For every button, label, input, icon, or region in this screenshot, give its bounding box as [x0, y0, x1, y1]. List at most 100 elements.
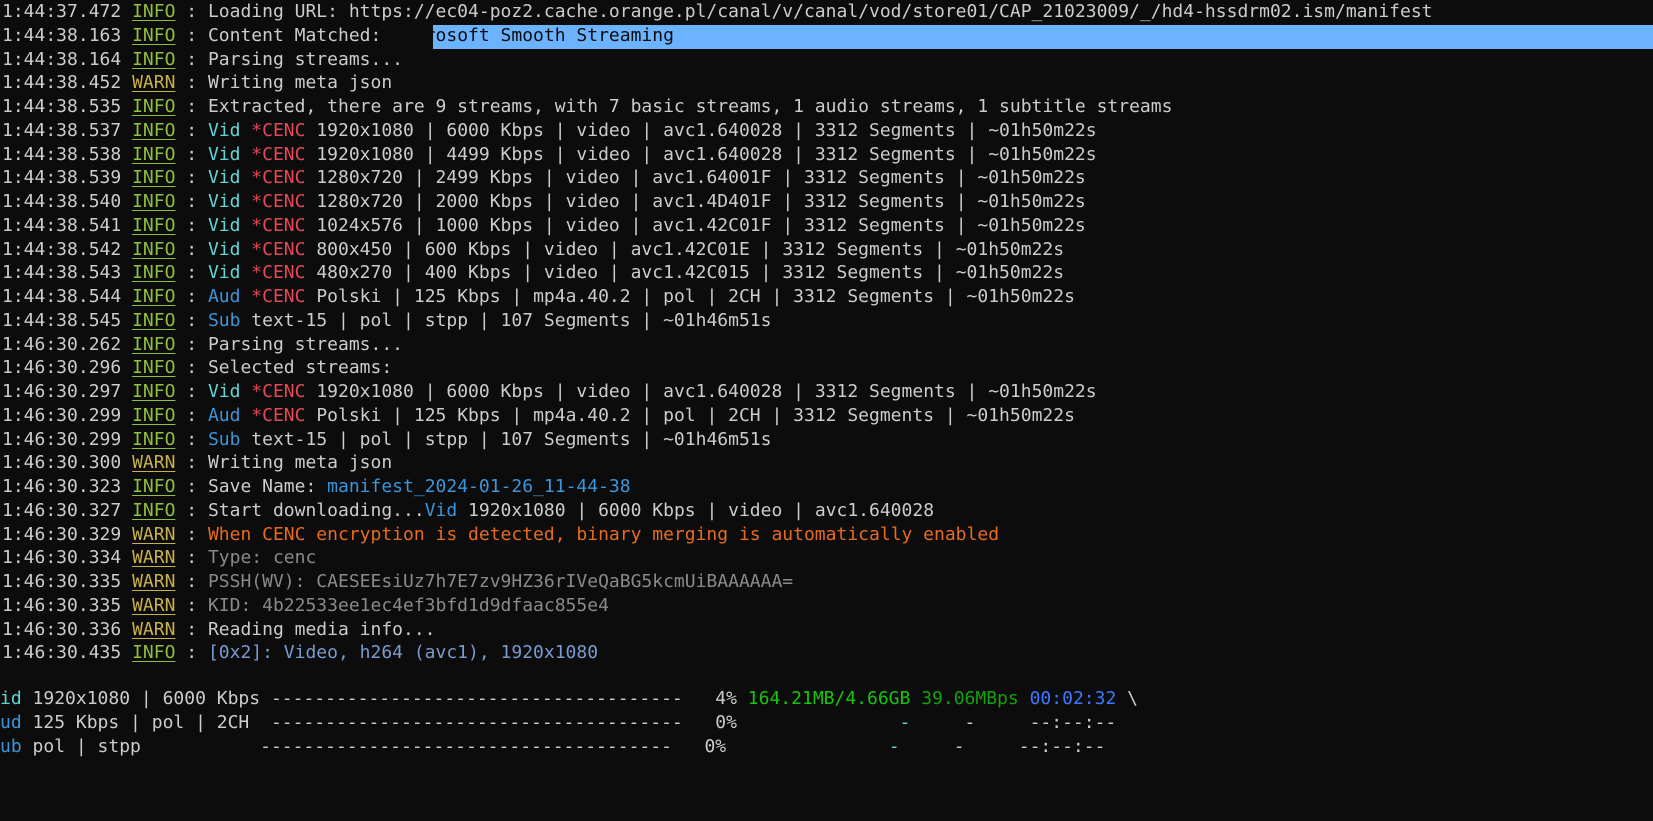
log-level: INFO — [132, 120, 176, 141]
log-message-part: 1280x720 | 2000 Kbps | video | avc1.4D40… — [316, 191, 1086, 212]
log-message-part: Vid — [207, 191, 252, 212]
log-level: INFO — [132, 1, 176, 22]
progress-bar: -------------------------------------- — [270, 712, 683, 733]
log-timestamp: 1:44:38.452 — [2, 72, 122, 93]
progress-eta: --:--:-- — [1029, 712, 1117, 733]
log-line: 1:44:38.543 INFO : Vid *CENC 480x270 | 4… — [2, 262, 1065, 283]
log-line: 1:46:30.297 INFO : Vid *CENC 1920x1080 |… — [2, 381, 1097, 402]
log-line: 1:46:30.334 WARN : Type: cenc — [2, 547, 317, 568]
log-message-part: Loading URL: https://ec04-poz2.cache.ora… — [207, 1, 1433, 22]
progress-speed: - — [953, 736, 965, 757]
log-message-part: Vid — [207, 167, 252, 188]
log-line: 1:46:30.327 INFO : Start downloading...V… — [2, 500, 935, 521]
log-timestamp: 1:46:30.335 — [2, 595, 122, 616]
log-level: WARN — [132, 452, 176, 473]
log-message-part: Parsing streams... — [207, 49, 404, 70]
log-message-part: Reading media info... — [207, 619, 436, 640]
log-timestamp: 1:44:38.541 — [2, 215, 122, 236]
log-line: 1:46:30.329 WARN : When CENC encryption … — [2, 524, 1000, 545]
progress-bar: -------------------------------------- — [270, 688, 683, 709]
log-message-part: *CENC — [251, 239, 317, 260]
progress-eta: 00:02:32 — [1029, 688, 1117, 709]
progress-spinner: \ — [1116, 688, 1138, 709]
terminal-window[interactable]: 1:44:37.472 INFO : Loading URL: https://… — [0, 0, 1653, 821]
log-message-part: KID: 4b22533ee1ec4ef3bfd1d9dfaac855e4 — [207, 595, 609, 616]
log-message-part: Vid — [424, 500, 469, 521]
log-message-part: Vid — [207, 381, 252, 402]
log-timestamp: 1:44:38.163 — [2, 25, 122, 46]
log-message-part: 1920x1080 | 6000 Kbps | video | avc1.640… — [468, 500, 935, 521]
progress-line: ub pol | stpp --------------------------… — [0, 735, 1105, 759]
log-message-part: Type: cenc — [207, 547, 317, 568]
log-message-part: Selected streams: — [207, 357, 393, 378]
log-timestamp: 1:44:38.537 — [2, 120, 122, 141]
log-line: 1:44:38.163 INFO : Content Matched: Micr… — [2, 25, 674, 46]
log-message-part: *CENC — [251, 262, 317, 283]
log-timestamp: 1:46:30.299 — [2, 429, 122, 450]
log-line: 1:46:30.336 WARN : Reading media info... — [2, 619, 436, 640]
log-timestamp: 1:46:30.329 — [2, 524, 122, 545]
log-level: INFO — [132, 642, 176, 663]
log-timestamp: 1:46:30.299 — [2, 405, 122, 426]
log-line: 1:44:38.535 INFO : Extracted, there are … — [2, 96, 1173, 117]
progress-stream-kind: ub — [0, 736, 22, 757]
log-message-part: *CENC — [251, 167, 317, 188]
log-level: INFO — [132, 262, 176, 283]
log-timestamp: 1:46:30.300 — [2, 452, 122, 473]
progress-bar: -------------------------------------- — [260, 736, 672, 757]
log-level: INFO — [132, 429, 176, 450]
log-message-part: 1024x576 | 1000 Kbps | video | avc1.42C0… — [316, 215, 1086, 236]
progress-stream-desc: pol | stpp — [21, 736, 261, 757]
progress-size: - — [899, 712, 911, 733]
log-message-part: Vid — [207, 120, 252, 141]
log-timestamp: 1:46:30.327 — [2, 500, 122, 521]
log-level: INFO — [132, 286, 176, 307]
log-level: INFO — [132, 167, 176, 188]
log-timestamp: 1:44:38.164 — [2, 49, 122, 70]
progress-eta: --:--:-- — [1018, 736, 1106, 757]
progress-stream-kind: ud — [0, 712, 22, 733]
log-message-part: text-15 | pol | stpp | 107 Segments | ~0… — [251, 429, 772, 450]
log-line: 1:44:38.539 INFO : Vid *CENC 1280x720 | … — [2, 167, 1086, 188]
log-message-part: manifest_2024-01-26_11-44-38 — [327, 476, 631, 497]
log-line: 1:46:30.435 INFO : [0x2]: Video, h264 (a… — [2, 642, 599, 663]
log-message-part: Writing meta json — [207, 72, 393, 93]
log-message-part: 800x450 | 600 Kbps | video | avc1.42C01E… — [316, 239, 1065, 260]
log-message-part: Start downloading... — [207, 500, 425, 521]
progress-stream-desc: 125 Kbps | pol | 2CH — [21, 712, 271, 733]
log-line: 1:46:30.300 WARN : Writing meta json — [2, 452, 393, 473]
log-timestamp: 1:46:30.334 — [2, 547, 122, 568]
progress-speed: 39.06MBps — [921, 688, 1019, 709]
log-line: 1:44:38.538 INFO : Vid *CENC 1920x1080 |… — [2, 144, 1097, 165]
log-line: 1:44:38.540 INFO : Vid *CENC 1280x720 | … — [2, 191, 1086, 212]
log-line: 1:46:30.335 WARN : PSSH(WV): CAESEEsiUz7… — [2, 571, 794, 592]
log-level: WARN — [132, 72, 176, 93]
log-level: INFO — [132, 334, 176, 355]
log-timestamp: 1:46:30.336 — [2, 619, 122, 640]
log-message-part: 1280x720 | 2499 Kbps | video | avc1.6400… — [316, 167, 1086, 188]
progress-size: - — [888, 736, 900, 757]
log-message-part: Aud — [207, 405, 252, 426]
progress-line: ud 125 Kbps | pol | 2CH ----------------… — [0, 711, 1116, 735]
log-timestamp: 1:44:38.538 — [2, 144, 122, 165]
log-message-part: Sub — [207, 310, 252, 331]
log-message-part: 1920x1080 | 6000 Kbps | video | avc1.640… — [316, 120, 1097, 141]
progress-percent: 0% — [715, 712, 737, 733]
progress-speed: - — [964, 712, 976, 733]
log-message-part: Vid — [207, 144, 252, 165]
log-message-part: Sub — [207, 429, 252, 450]
log-level: INFO — [132, 215, 176, 236]
log-level: INFO — [132, 405, 176, 426]
log-line: 1:44:38.164 INFO : Parsing streams... — [2, 49, 404, 70]
log-message-part: Vid — [207, 262, 252, 283]
log-level: INFO — [132, 49, 176, 70]
log-line: 1:46:30.262 INFO : Parsing streams... — [2, 334, 404, 355]
progress-stream-kind: id — [0, 688, 22, 709]
log-level: INFO — [132, 144, 176, 165]
log-timestamp: 1:46:30.262 — [2, 334, 122, 355]
log-timestamp: 1:46:30.296 — [2, 357, 122, 378]
log-message-part: *CENC — [251, 144, 317, 165]
log-message-part: When CENC encryption is detected, binary… — [207, 524, 1000, 545]
log-timestamp: 1:44:38.544 — [2, 286, 122, 307]
log-message-part: Content Matched: — [207, 25, 393, 46]
